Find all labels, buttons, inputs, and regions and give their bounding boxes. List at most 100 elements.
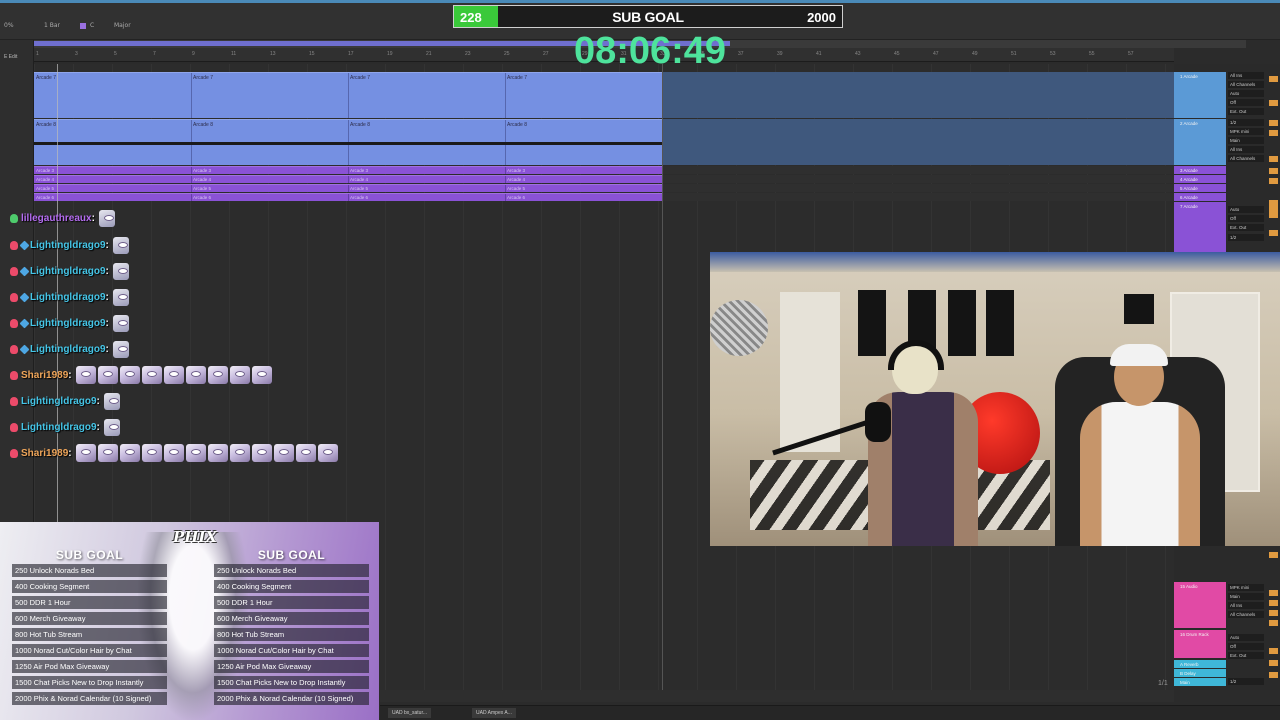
ruler-number: 41	[816, 51, 822, 57]
chat-username[interactable]: Lightingldrago9	[30, 344, 106, 355]
key-color-icon	[80, 23, 86, 29]
time-ruler[interactable]	[380, 690, 1174, 702]
io-select[interactable]: Auto	[1228, 206, 1264, 213]
clip-label: Arcade 5	[507, 186, 526, 191]
io-select[interactable]: Off	[1228, 643, 1264, 650]
ruler-number: 1	[36, 51, 39, 57]
activator-toggle[interactable]	[1269, 130, 1278, 136]
activator-toggle[interactable]	[1269, 648, 1278, 654]
activator-toggle[interactable]	[1269, 230, 1278, 236]
clip-divider	[191, 73, 192, 118]
activator-toggle[interactable]	[1269, 600, 1278, 606]
clip-divider	[348, 185, 349, 192]
ruler-number: 19	[387, 51, 393, 57]
io-select[interactable]: All Ins	[1228, 72, 1264, 79]
clip-row[interactable]: Arcade 4 Arcade 4 Arcade 4 Arcade 4	[34, 175, 663, 183]
activator-toggle[interactable]	[1269, 672, 1278, 678]
chat-separator: :	[68, 369, 72, 381]
chat-username[interactable]: lillegauthreaux	[21, 213, 92, 224]
io-select[interactable]: 1/2	[1228, 234, 1264, 241]
io-select[interactable]: All Channels	[1228, 611, 1264, 618]
io-select[interactable]: Main	[1228, 137, 1264, 144]
track-header[interactable]: 3 Arcade	[1174, 166, 1226, 174]
activator-toggle[interactable]	[1269, 212, 1278, 218]
activator-toggle[interactable]	[1269, 590, 1278, 596]
wolf-emote-icon	[163, 366, 184, 384]
key-select[interactable]: C	[90, 22, 94, 29]
chat-message: Lightingldrago9:	[10, 260, 131, 282]
chat-message: Lightingldrago9:	[10, 286, 131, 308]
wolf-emote-icon	[185, 366, 206, 384]
clip-label: Arcade 4	[193, 177, 212, 182]
io-select[interactable]: All Channels	[1228, 155, 1264, 162]
subscriber-badge-icon	[10, 370, 18, 380]
chat-username[interactable]: Lightingldrago9	[30, 266, 106, 277]
io-select[interactable]: Ext. Out	[1228, 652, 1264, 659]
activator-toggle[interactable]	[1269, 168, 1278, 174]
clip-row[interactable]: Arcade 7 Arcade 7 Arcade 7 Arcade 7	[34, 72, 663, 118]
activator-toggle[interactable]	[1269, 100, 1278, 106]
track-header[interactable]: 6 Arcade	[1174, 193, 1226, 201]
io-select[interactable]: Off	[1228, 99, 1264, 106]
track-name: Main	[1180, 680, 1190, 685]
io-select[interactable]: All Ins	[1228, 602, 1264, 609]
track-header[interactable]: A Reverb	[1174, 660, 1226, 668]
edit-mode-label[interactable]: E Edit	[4, 54, 17, 60]
chat-username[interactable]: Lightingldrago9	[30, 292, 106, 303]
track-header[interactable]: 4 Arcade	[1174, 175, 1226, 183]
track-header[interactable]: 16 Drum Rack	[1174, 630, 1226, 658]
activator-toggle[interactable]	[1269, 178, 1278, 184]
io-select[interactable]: All Ins	[1228, 146, 1264, 153]
track-header[interactable]: 7 Arcade	[1174, 202, 1226, 252]
track-header[interactable]: B Delay	[1174, 669, 1226, 677]
scale-select[interactable]: Major	[114, 22, 131, 29]
clip-row[interactable]: Arcade 6 Arcade 6 Arcade 6 Arcade 6	[34, 193, 663, 201]
clip-label: Arcade 8	[36, 122, 57, 128]
lane-background	[663, 72, 1174, 118]
track-header[interactable]: 15 Audio	[1174, 582, 1226, 628]
activator-toggle[interactable]	[1269, 620, 1278, 626]
wolf-emote-icon	[97, 444, 118, 462]
track-name: 5 Arcade	[1180, 186, 1198, 191]
io-select[interactable]: Ext. Out	[1228, 108, 1264, 115]
quantize-select[interactable]: 1 Bar	[44, 22, 60, 29]
activator-toggle[interactable]	[1269, 120, 1278, 126]
io-select[interactable]: Auto	[1228, 90, 1264, 97]
io-select[interactable]: Auto	[1228, 634, 1264, 641]
chat-username[interactable]: Lightingldrago9	[30, 240, 106, 251]
io-select[interactable]: MPK mini	[1228, 128, 1264, 135]
chat-username[interactable]: Lightingldrago9	[21, 396, 97, 407]
io-select[interactable]: Ext. Out	[1228, 224, 1264, 231]
io-select[interactable]: 1/2	[1228, 119, 1264, 126]
chat-username[interactable]: Shari1989	[21, 370, 68, 381]
track-header[interactable]: 1 Arcade	[1174, 72, 1226, 118]
activator-toggle[interactable]	[1269, 156, 1278, 162]
lane-background	[663, 175, 1174, 183]
io-select[interactable]: Main	[1228, 593, 1264, 600]
clip-row[interactable]: Arcade 5 Arcade 5 Arcade 5 Arcade 5	[34, 184, 663, 192]
clip-row[interactable]: Arcade 3 Arcade 3 Arcade 3 Arcade 3	[34, 166, 663, 174]
chat-message: lillegauthreaux:	[10, 207, 117, 229]
io-select[interactable]: 1/2	[1228, 678, 1264, 685]
chat-separator: :	[105, 291, 109, 303]
chat-username[interactable]: Lightingldrago9	[21, 422, 97, 433]
io-select[interactable]: All Channels	[1228, 81, 1264, 88]
activator-toggle[interactable]	[1269, 552, 1278, 558]
chat-username[interactable]: Lightingldrago9	[30, 318, 106, 329]
activator-toggle[interactable]	[1269, 610, 1278, 616]
page-indicator: 1/1	[1158, 680, 1168, 687]
track-header[interactable]: Main	[1174, 678, 1226, 686]
activator-toggle[interactable]	[1269, 76, 1278, 82]
track-header[interactable]: 5 Arcade	[1174, 184, 1226, 192]
device-tab-saturation[interactable]: UAD bx_satur...	[388, 708, 432, 718]
wolf-emote-icon	[317, 444, 338, 462]
track-header[interactable]: 2 Arcade	[1174, 119, 1226, 165]
sub-goal-target: 2000	[807, 10, 836, 25]
io-select[interactable]: Off	[1228, 215, 1264, 222]
activator-toggle[interactable]	[1269, 660, 1278, 666]
chat-username[interactable]: Shari1989	[21, 448, 68, 459]
io-select[interactable]: MPK mini	[1228, 584, 1264, 591]
device-tab-ampex[interactable]: UAD Ampex A...	[472, 708, 516, 718]
sub-goal-title: SUB GOAL	[612, 9, 684, 25]
wolf-emote-icon	[141, 366, 162, 384]
